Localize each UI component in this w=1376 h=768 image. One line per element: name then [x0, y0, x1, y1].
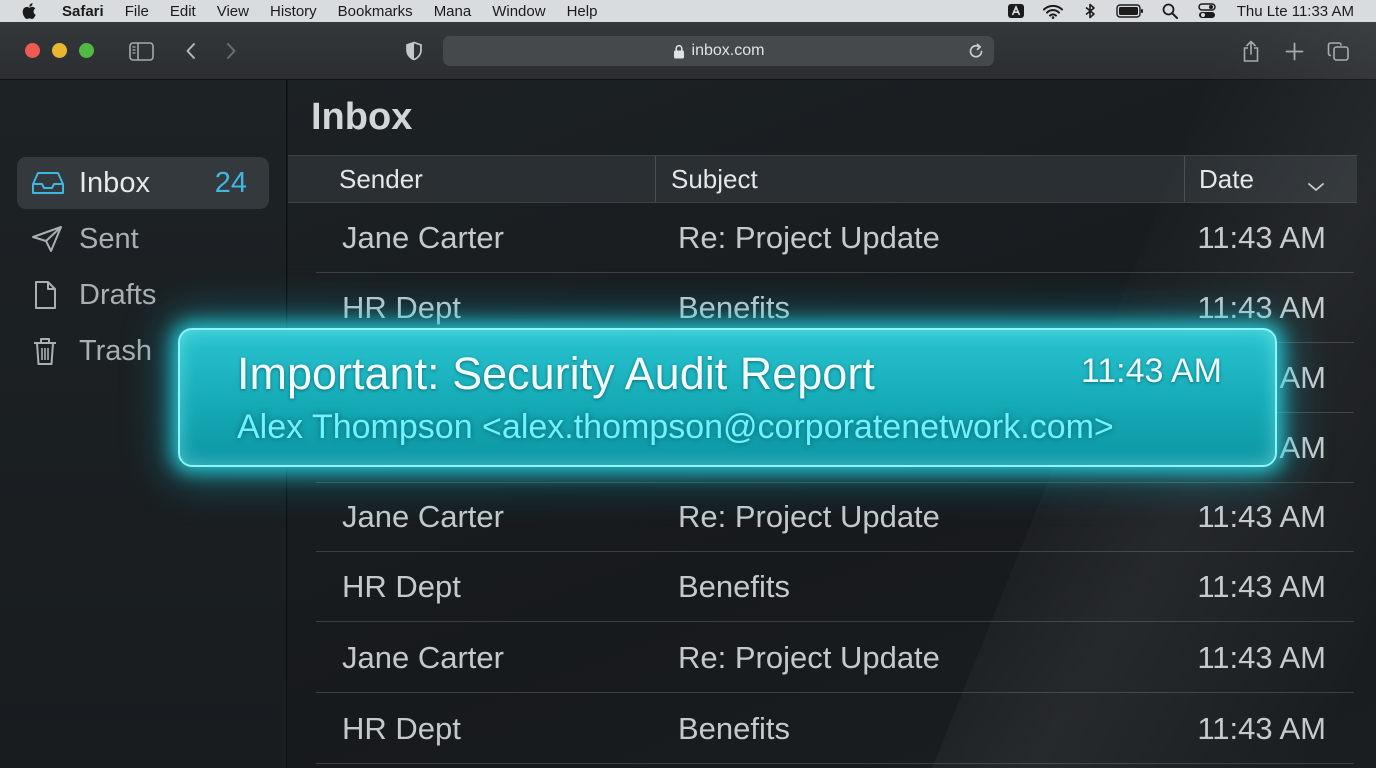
row-date: 11:43 AM [1197, 499, 1326, 534]
notification-time: 11:43 AM [1080, 352, 1222, 390]
sidebar-item-label: Trash [79, 334, 153, 367]
column-divider[interactable] [655, 156, 656, 202]
notification-sender: Alex Thompson <alex.thompson@corporatene… [237, 408, 1114, 446]
share-icon[interactable] [1238, 39, 1264, 63]
column-header-row: Sender Subject Date [288, 155, 1357, 203]
reload-icon[interactable] [967, 42, 985, 60]
apple-icon[interactable] [22, 2, 38, 20]
window-controls [25, 43, 94, 58]
address-bar[interactable]: inbox.com [443, 36, 994, 66]
sidebar-item-label: Drafts [79, 278, 157, 311]
menu-app-name[interactable]: Safari [62, 3, 104, 20]
document-icon [31, 280, 67, 310]
row-subject: Benefits [678, 711, 791, 746]
lock-icon [673, 44, 685, 59]
url-text: inbox.com [691, 42, 765, 59]
close-window-button[interactable] [25, 43, 40, 58]
notification-title: Important: Security Audit Report [237, 348, 875, 399]
status-area: Thu Lte 11:33 AM [1005, 0, 1354, 22]
sidebar-toggle-icon[interactable] [128, 39, 154, 63]
text-input-icon[interactable] [1005, 3, 1027, 19]
tab-overview-icon[interactable] [1325, 39, 1351, 63]
bluetooth-icon[interactable] [1079, 3, 1101, 19]
row-sender: Jane Carter [342, 640, 504, 675]
minimize-window-button[interactable] [52, 43, 67, 58]
row-date: 11:43 AM [1197, 220, 1326, 255]
column-header-subject[interactable]: Subject [671, 156, 758, 202]
menu-mana[interactable]: Mana [434, 3, 472, 20]
menubar-clock[interactable]: Thu Lte 11:33 AM [1237, 3, 1354, 20]
sidebar-item-drafts[interactable]: Drafts [17, 269, 269, 321]
browser-toolbar: inbox.com [0, 22, 1376, 80]
sidebar-item-label: Inbox [79, 166, 150, 199]
row-sender: HR Dept [342, 711, 461, 746]
maximize-window-button[interactable] [79, 43, 94, 58]
privacy-shield-icon[interactable] [401, 39, 427, 63]
sidebar-item-inbox[interactable]: Inbox 24 [17, 157, 269, 209]
menu-history[interactable]: History [270, 3, 317, 20]
column-header-sender[interactable]: Sender [339, 156, 423, 202]
table-row[interactable]: Jane Carter Re: Project Update 11:43 AM [316, 203, 1354, 273]
row-date: AM [1279, 360, 1327, 395]
inbox-icon [31, 168, 67, 198]
menu-edit[interactable]: Edit [170, 3, 196, 20]
menu-bar: Safari File Edit View History Bookmarks … [0, 0, 1376, 22]
table-row[interactable]: Jane Carter Re: Project Update 11:43 AM [316, 482, 1354, 552]
sidebar-item-sent[interactable]: Sent [17, 213, 269, 265]
column-header-date[interactable]: Date [1199, 156, 1254, 202]
new-tab-icon[interactable] [1281, 39, 1307, 63]
battery-icon[interactable] [1115, 3, 1144, 19]
row-subject: Re: Project Update [678, 220, 940, 255]
row-subject: Benefits [678, 290, 791, 325]
row-subject: Benefits [678, 569, 791, 604]
column-divider[interactable] [1184, 156, 1185, 202]
forward-icon[interactable] [218, 39, 244, 63]
row-subject: Re: Project Update [678, 640, 940, 675]
row-date: 11:43 AM [1197, 569, 1326, 604]
menu-file[interactable]: File [125, 3, 149, 20]
wifi-icon[interactable] [1042, 3, 1064, 19]
row-sender: HR Dept [342, 290, 461, 325]
row-date: 11:43 AM [1197, 711, 1326, 746]
paper-plane-icon [31, 224, 67, 254]
menu-bookmarks[interactable]: Bookmarks [338, 3, 413, 20]
control-center-icon[interactable] [1196, 3, 1218, 19]
chevron-down-icon[interactable] [1306, 171, 1326, 191]
row-subject: Re: Project Update [678, 499, 940, 534]
row-date: 11:43 AM [1197, 290, 1326, 325]
unread-count-badge: 24 [214, 166, 247, 199]
row-sender: Jane Carter [342, 499, 504, 534]
trash-icon [31, 336, 67, 366]
menu-view[interactable]: View [217, 3, 249, 20]
table-row[interactable]: HR Dept Benefits 11:43 AM [316, 552, 1354, 622]
menu-window[interactable]: Window [492, 3, 545, 20]
email-notification-banner[interactable]: Important: Security Audit Report 11:43 A… [178, 328, 1277, 467]
search-icon[interactable] [1159, 3, 1181, 19]
row-sender: HR Dept [342, 569, 461, 604]
menu-help[interactable]: Help [567, 3, 598, 20]
row-date: AM [1279, 430, 1327, 465]
table-row[interactable]: Jane Carter Re: Project Update 11:43 AM [316, 623, 1354, 693]
back-icon[interactable] [178, 39, 204, 63]
row-date: 11:43 AM [1197, 640, 1326, 675]
row-sender: Jane Carter [342, 220, 504, 255]
sidebar-item-label: Sent [79, 222, 139, 255]
table-row[interactable]: HR Dept Benefits 11:43 AM [316, 694, 1354, 764]
page-title: Inbox [311, 96, 413, 138]
